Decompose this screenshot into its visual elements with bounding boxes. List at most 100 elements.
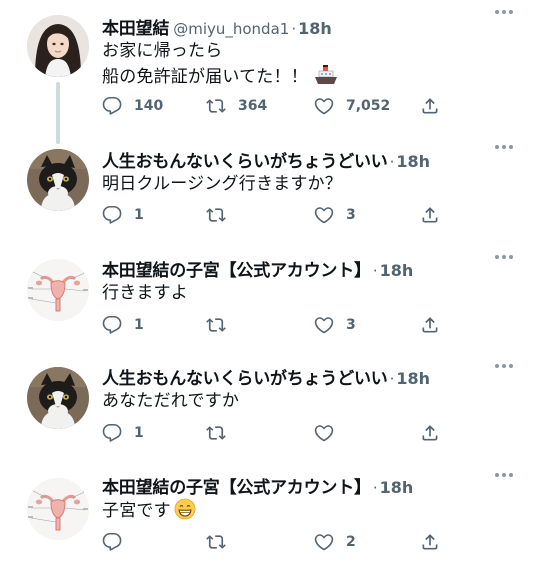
retweet-button[interactable]: 364 — [206, 95, 267, 117]
timestamp[interactable]: 18h — [396, 369, 430, 388]
timestamp[interactable]: 18h — [380, 478, 414, 497]
reply-count: 1 — [134, 425, 144, 441]
tweet-text: 明日クルージング行きますか？ — [102, 172, 537, 197]
retweet-icon — [206, 205, 226, 225]
share-icon — [420, 423, 440, 443]
tweet-text: あなただれですか — [102, 389, 537, 414]
tweet-text-line: お家に帰ったら — [102, 41, 223, 61]
timestamp[interactable]: 18h — [298, 19, 332, 38]
share-button[interactable] — [420, 314, 440, 336]
reply-button[interactable]: 1 — [102, 204, 144, 226]
share-button[interactable] — [420, 95, 440, 117]
reply-icon — [102, 96, 122, 116]
like-icon — [314, 315, 334, 335]
tweet-text-line: 船の免許証が届いてた！！ — [102, 64, 537, 90]
more-options-icon[interactable] — [495, 10, 513, 14]
reply-icon — [102, 423, 122, 443]
reply-icon — [102, 205, 122, 225]
timestamp[interactable]: 18h — [380, 261, 414, 280]
avatar[interactable] — [27, 259, 89, 321]
share-button[interactable] — [420, 531, 440, 553]
tweet[interactable]: 本田望結 @miyu_honda1 · 18h お家に帰ったら 船の免許証が届い… — [0, 0, 537, 135]
like-count: 2 — [346, 534, 356, 550]
separator-dot: · — [389, 370, 395, 388]
separator-dot: · — [372, 479, 378, 497]
tweet-text-line: あなただれですか — [102, 391, 240, 411]
retweet-button[interactable] — [206, 531, 226, 553]
separator-dot: · — [372, 262, 378, 280]
reply-button[interactable]: 1 — [102, 314, 144, 336]
retweet-icon — [206, 423, 226, 443]
like-button[interactable]: 2 — [314, 531, 356, 553]
share-icon — [420, 532, 440, 552]
tweet-text-line-content: 子宮です — [102, 501, 171, 521]
cat-avatar-image — [27, 367, 89, 429]
like-icon — [314, 205, 334, 225]
tweet-text: 子宮です — [102, 498, 537, 524]
share-button[interactable] — [420, 422, 440, 444]
grinning-emoji — [174, 498, 196, 520]
avatar[interactable] — [27, 478, 89, 540]
like-count: 3 — [346, 207, 356, 223]
like-button[interactable] — [314, 422, 334, 444]
reply-icon — [102, 532, 122, 552]
avatar[interactable] — [27, 15, 89, 77]
retweet-button[interactable] — [206, 314, 226, 336]
more-options-icon[interactable] — [495, 145, 513, 149]
avatar[interactable] — [27, 149, 89, 211]
reply-count: 140 — [134, 98, 164, 114]
like-button[interactable]: 3 — [314, 204, 356, 226]
like-button[interactable]: 7,052 — [314, 95, 390, 117]
woman-avatar-image — [27, 15, 89, 77]
more-options-icon[interactable] — [495, 255, 513, 259]
tweet-text-line: 子宮です — [102, 498, 537, 524]
retweet-icon — [206, 96, 226, 116]
share-icon — [420, 315, 440, 335]
reply-count: 1 — [134, 317, 144, 333]
tweet[interactable]: 本田望結の子宮【公式アカウント】 · 18h 子宮です 2 — [0, 465, 537, 571]
like-count: 3 — [346, 317, 356, 333]
retweet-icon — [206, 315, 226, 335]
like-count: 7,052 — [346, 98, 391, 114]
reply-button[interactable] — [102, 531, 122, 553]
author-name[interactable]: 本田望結の子宮【公式アカウント】 — [102, 473, 371, 498]
like-button[interactable]: 3 — [314, 314, 356, 336]
tweet[interactable]: 人生おもんないくらいがちょうどいい · 18h 明日クルージング行きますか？ 1… — [0, 135, 537, 245]
uterus-diagram-avatar-image — [27, 259, 89, 321]
like-icon — [314, 423, 334, 443]
cat-avatar-image — [27, 149, 89, 211]
reply-icon — [102, 315, 122, 335]
share-button[interactable] — [420, 204, 440, 226]
timestamp[interactable]: 18h — [396, 152, 430, 171]
retweet-icon — [206, 532, 226, 552]
retweet-button[interactable] — [206, 422, 226, 444]
reply-button[interactable]: 1 — [102, 422, 144, 444]
more-options-icon[interactable] — [495, 473, 513, 477]
author-name[interactable]: 本田望結 — [102, 14, 169, 39]
uterus-diagram-avatar-image — [27, 478, 89, 540]
separator-dot: · — [291, 20, 297, 38]
share-icon — [420, 205, 440, 225]
ship-emoji — [314, 65, 337, 84]
tweet-text: 行きますよ — [102, 281, 537, 306]
more-options-icon[interactable] — [495, 364, 513, 368]
separator-dot: · — [389, 153, 395, 171]
share-icon — [420, 96, 440, 116]
retweet-count: 364 — [238, 98, 268, 114]
author-name[interactable]: 人生おもんないくらいがちょうどいい — [102, 364, 388, 389]
retweet-button[interactable] — [206, 204, 226, 226]
tweet-text-line-content: 船の免許証が届いてた！！ — [102, 67, 308, 87]
avatar[interactable] — [27, 367, 89, 429]
like-icon — [314, 96, 334, 116]
tweet[interactable]: 人生おもんないくらいがちょうどいい · 18h あなただれですか 1 — [0, 355, 537, 465]
reply-button[interactable]: 140 — [102, 95, 163, 117]
author-name[interactable]: 本田望結の子宮【公式アカウント】 — [102, 256, 371, 281]
reply-count: 1 — [134, 207, 144, 223]
tweet-text-line: 行きますよ — [102, 283, 188, 303]
author-name[interactable]: 人生おもんないくらいがちょうどいい — [102, 147, 388, 172]
tweet-text: お家に帰ったら 船の免許証が届いてた！！ — [102, 39, 537, 90]
author-handle[interactable]: @miyu_honda1 — [173, 20, 289, 38]
tweet-text-line: 明日クルージング行きますか？ — [102, 174, 342, 194]
like-icon — [314, 532, 334, 552]
tweet[interactable]: 本田望結の子宮【公式アカウント】 · 18h 行きますよ 1 3 — [0, 245, 537, 355]
